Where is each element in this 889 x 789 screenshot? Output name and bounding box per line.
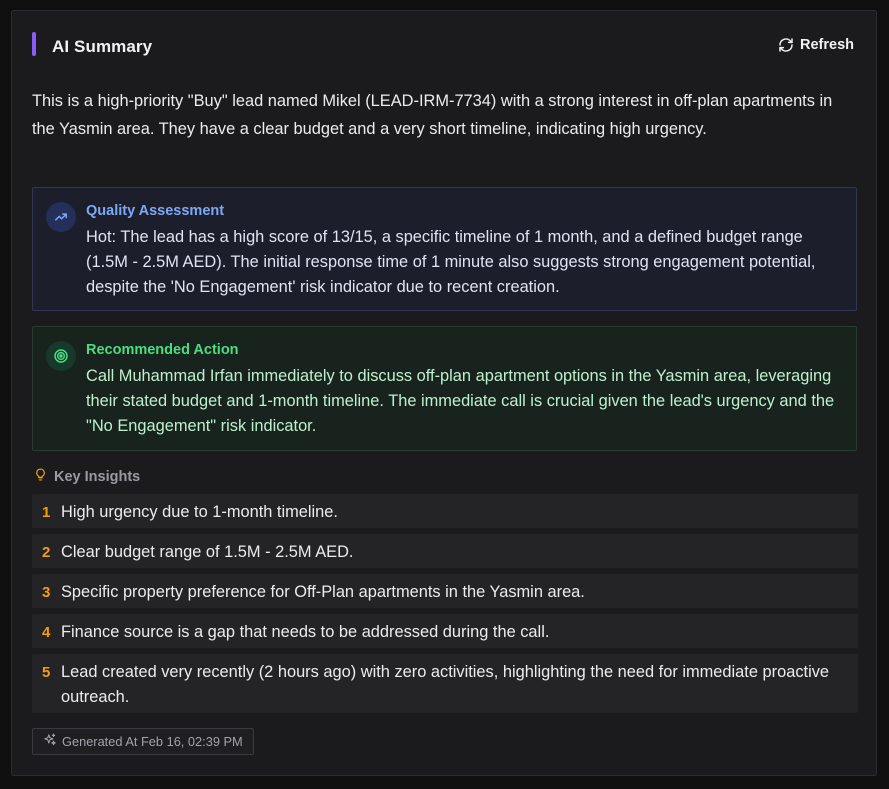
lightbulb-icon bbox=[34, 467, 47, 486]
trending-up-icon bbox=[46, 202, 76, 232]
insight-number: 1 bbox=[42, 504, 51, 521]
quality-assessment-title: Quality Assessment bbox=[86, 203, 225, 219]
insight-text: High urgency due to 1-month timeline. bbox=[61, 503, 338, 521]
target-icon bbox=[46, 341, 76, 371]
refresh-icon bbox=[778, 37, 794, 53]
quality-assessment-box: Quality Assessment Hot: The lead has a h… bbox=[32, 187, 857, 311]
insight-item-2: 2 Clear budget range of 1.5M - 2.5M AED. bbox=[32, 534, 858, 568]
title-accent-bar bbox=[32, 32, 36, 56]
insight-number: 5 bbox=[42, 664, 51, 681]
insight-number: 4 bbox=[42, 624, 51, 641]
insight-number: 2 bbox=[42, 544, 51, 561]
card-title: AI Summary bbox=[52, 37, 153, 56]
insight-item-3: 3 Specific property preference for Off-P… bbox=[32, 574, 858, 608]
quality-assessment-text: Hot: The lead has a high score of 13/15,… bbox=[86, 228, 816, 296]
refresh-button[interactable]: Refresh bbox=[778, 37, 854, 53]
insight-text: Clear budget range of 1.5M - 2.5M AED. bbox=[61, 543, 354, 561]
key-insights-title: Key Insights bbox=[54, 468, 141, 485]
insight-item-4: 4 Finance source is a gap that needs to … bbox=[32, 614, 858, 648]
insight-item-5: 5 Lead created very recently (2 hours ag… bbox=[32, 654, 858, 713]
sparkles-icon bbox=[43, 733, 57, 750]
recommended-action-title: Recommended Action bbox=[86, 342, 239, 358]
generated-at-badge: Generated At Feb 16, 02:39 PM bbox=[32, 728, 254, 755]
insight-item-1: 1 High urgency due to 1-month timeline. bbox=[32, 494, 858, 528]
recommended-action-text: Call Muhammad Irfan immediately to discu… bbox=[86, 367, 835, 435]
refresh-label: Refresh bbox=[800, 37, 854, 53]
card-header: AI Summary Refresh bbox=[12, 11, 876, 81]
recommended-action-box: Recommended Action Call Muhammad Irfan i… bbox=[32, 326, 857, 451]
insight-text: Finance source is a gap that needs to be… bbox=[61, 623, 550, 641]
ai-summary-card: AI Summary Refresh This is a high-priori… bbox=[11, 10, 877, 776]
summary-text: This is a high-priority "Buy" lead named… bbox=[32, 92, 833, 138]
generated-at-text: Generated At Feb 16, 02:39 PM bbox=[62, 734, 243, 749]
insight-text: Lead created very recently (2 hours ago)… bbox=[61, 663, 830, 706]
insight-text: Specific property preference for Off-Pla… bbox=[61, 583, 585, 601]
key-insights-header: Key Insights bbox=[34, 467, 140, 486]
insight-number: 3 bbox=[42, 584, 51, 601]
